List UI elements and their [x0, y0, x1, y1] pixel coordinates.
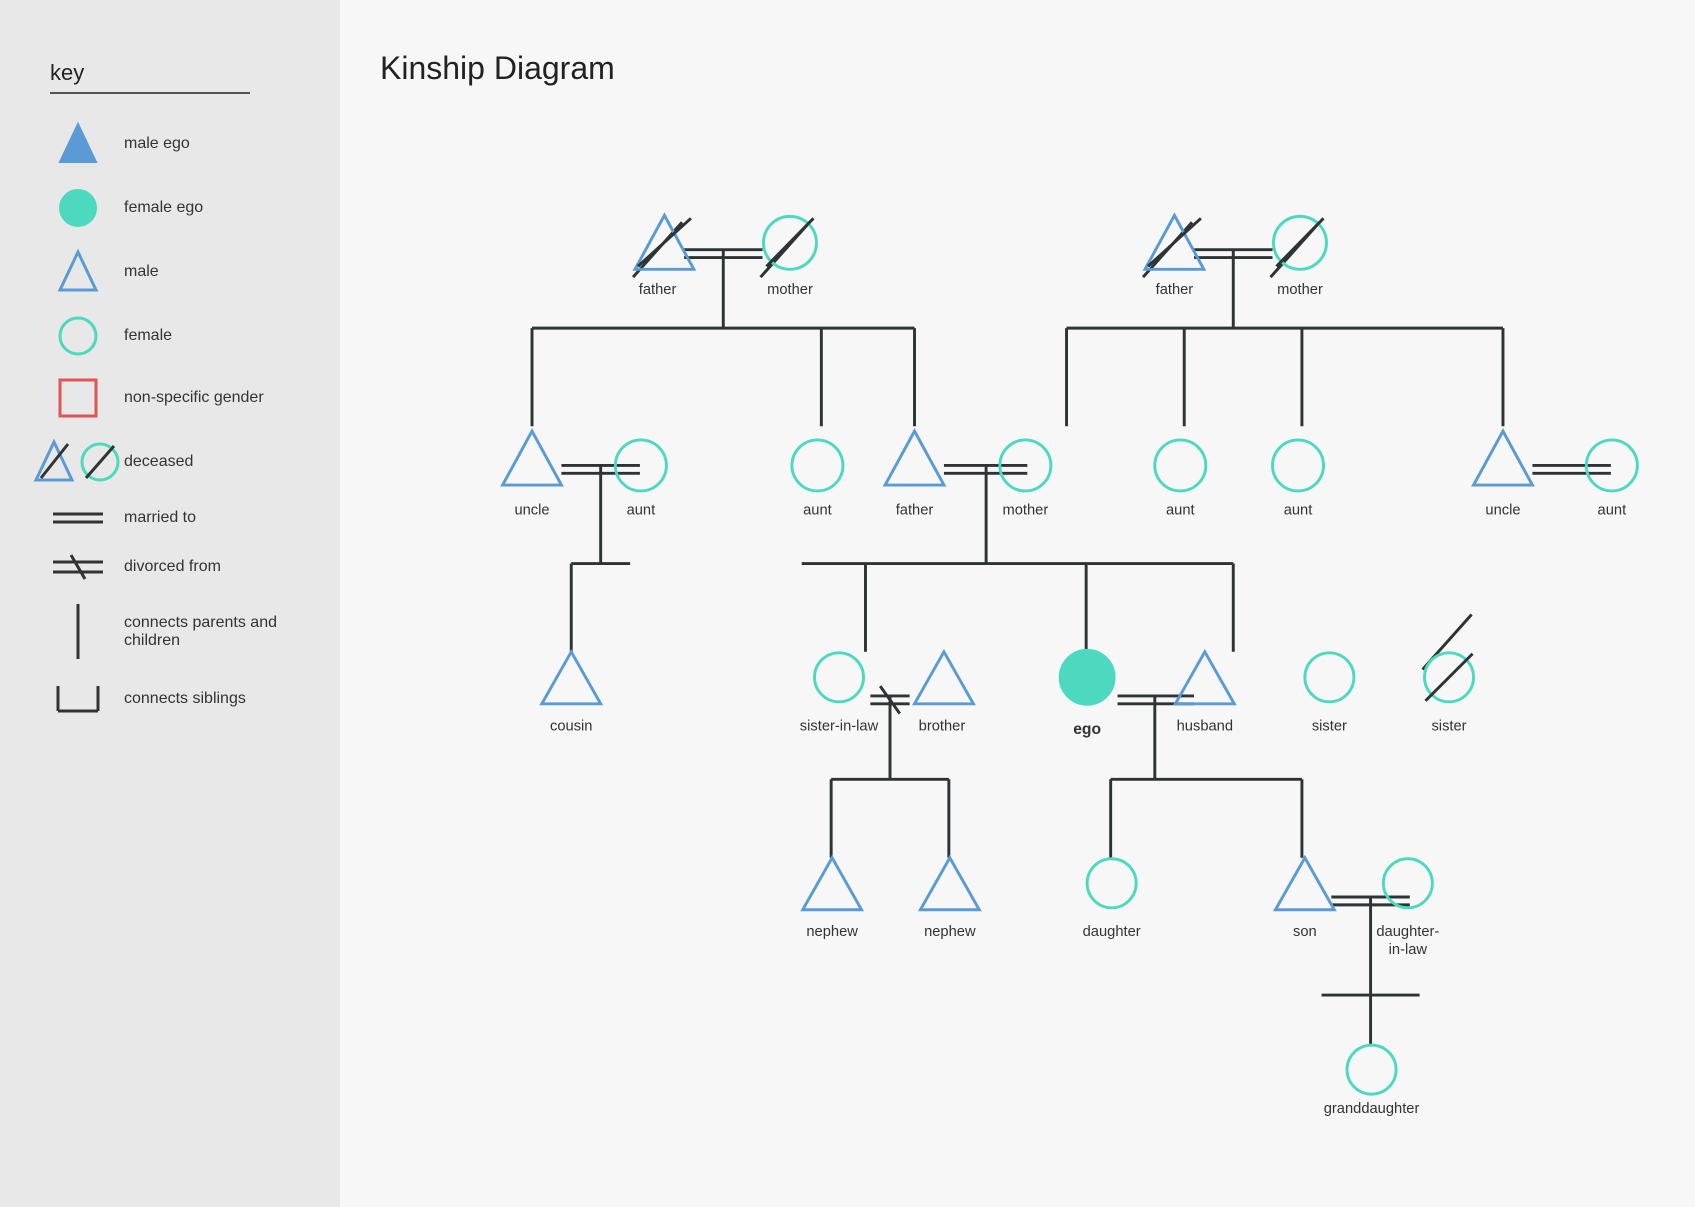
married-label: married to — [124, 509, 196, 527]
gen1-aunt4 — [1273, 440, 1324, 491]
parent-child-icon — [50, 604, 106, 659]
key-divider — [50, 92, 250, 94]
maternal-grandfather — [1145, 215, 1204, 269]
key-title: key — [50, 60, 300, 86]
divorced-icon — [50, 552, 106, 582]
female-ego-label: female ego — [124, 199, 203, 217]
gen2-brother-label: brother — [919, 718, 966, 734]
gen1-aunt2-label: aunt — [803, 503, 832, 519]
gen3-nephew1 — [803, 858, 862, 910]
paternal-grandmother — [763, 216, 816, 269]
female-icon — [50, 316, 106, 356]
gen1-mother-label: mother — [1002, 503, 1048, 519]
key-item-non-specific: non-specific gender — [50, 378, 300, 418]
gen3-nephew2 — [920, 858, 979, 910]
key-item-male-ego: male ego — [50, 122, 300, 166]
maternal-grandfather-label: father — [1156, 282, 1194, 298]
key-item-male: male — [50, 250, 300, 294]
gen1-father-label: father — [896, 503, 934, 519]
gen1-aunt1-label: aunt — [627, 503, 656, 519]
gen4-granddaughter-label: granddaughter — [1324, 1101, 1420, 1117]
gen2-ego-label: ego — [1073, 721, 1101, 738]
key-item-deceased: deceased — [50, 440, 300, 484]
gen3-nephew1-label: nephew — [806, 924, 858, 940]
key-item-female: female — [50, 316, 300, 356]
married-icon — [50, 506, 106, 530]
gen3-daughter — [1087, 859, 1136, 908]
page-title: Kinship Diagram — [380, 50, 1655, 87]
gen1-aunt2 — [792, 440, 843, 491]
gen2-sister2-label: sister — [1431, 718, 1466, 734]
main-content: Kinship Diagram .line { stroke: #2d3436;… — [340, 0, 1695, 1207]
parent-child-label: connects parents and children — [124, 614, 300, 650]
kinship-diagram: .line { stroke: #2d3436; stroke-width: 3… — [380, 117, 1655, 1167]
siblings-icon — [50, 681, 106, 716]
sidebar: key male ego female ego male — [0, 0, 340, 1207]
gen3-daughter-in-law-label2: in-law — [1389, 942, 1428, 958]
paternal-grandmother-label: mother — [767, 282, 813, 298]
gen1-uncle2 — [1474, 431, 1533, 485]
male-icon — [50, 250, 106, 294]
gen1-aunt3 — [1155, 440, 1206, 491]
female-ego-icon — [50, 188, 106, 228]
gen3-daughter-in-law — [1383, 859, 1432, 908]
paternal-grandfather — [635, 215, 694, 269]
key-item-female-ego: female ego — [50, 188, 300, 228]
non-specific-label: non-specific gender — [124, 389, 264, 407]
gen3-nephew2-label: nephew — [924, 924, 976, 940]
divorced-label: divorced from — [124, 558, 221, 576]
gen2-brother — [915, 652, 974, 704]
key-item-married: married to — [50, 506, 300, 530]
key-item-siblings: connects siblings — [50, 681, 300, 716]
gen1-aunt4-label: aunt — [1284, 503, 1313, 519]
key-item-parent-child: connects parents and children — [50, 604, 300, 659]
gen2-cousin-label: cousin — [550, 718, 593, 734]
gen1-uncle — [503, 431, 562, 485]
key-item-divorced: divorced from — [50, 552, 300, 582]
non-specific-icon — [50, 378, 106, 418]
gen3-daughter-in-law-label: daughter- — [1376, 924, 1439, 940]
gen1-aunt5-label: aunt — [1598, 503, 1627, 519]
diagram-svg: .line { stroke: #2d3436; stroke-width: 3… — [380, 117, 1655, 1167]
gen2-sister1 — [1305, 653, 1354, 702]
gen2-cousin — [542, 652, 601, 704]
paternal-grandfather-label: father — [639, 282, 677, 298]
gen2-sister1-label: sister — [1312, 718, 1347, 734]
gen4-granddaughter — [1347, 1045, 1396, 1094]
deceased-label: deceased — [124, 453, 193, 471]
maternal-grandmother — [1273, 216, 1326, 269]
gen1-uncle2-label: uncle — [1485, 503, 1520, 519]
maternal-grandmother-label: mother — [1277, 282, 1323, 298]
siblings-label: connects siblings — [124, 690, 246, 708]
gen2-sister-in-law-label: sister-in-law — [800, 718, 879, 734]
deceased-icon — [50, 440, 106, 484]
male-ego-icon — [50, 122, 106, 166]
gen3-son-label: son — [1293, 924, 1317, 940]
male-label: male — [124, 263, 159, 281]
gen2-ego — [1060, 650, 1115, 705]
gen2-sister2 — [1425, 653, 1474, 702]
gen3-son — [1275, 858, 1334, 910]
gen2-sister-in-law — [814, 653, 863, 702]
female-label: female — [124, 327, 172, 345]
male-ego-label: male ego — [124, 135, 190, 153]
gen1-uncle-label: uncle — [514, 503, 549, 519]
gen1-father — [885, 431, 944, 485]
gen1-aunt3-label: aunt — [1166, 503, 1195, 519]
gen2-husband-label: husband — [1177, 718, 1233, 734]
gen3-daughter-label: daughter — [1083, 924, 1141, 940]
